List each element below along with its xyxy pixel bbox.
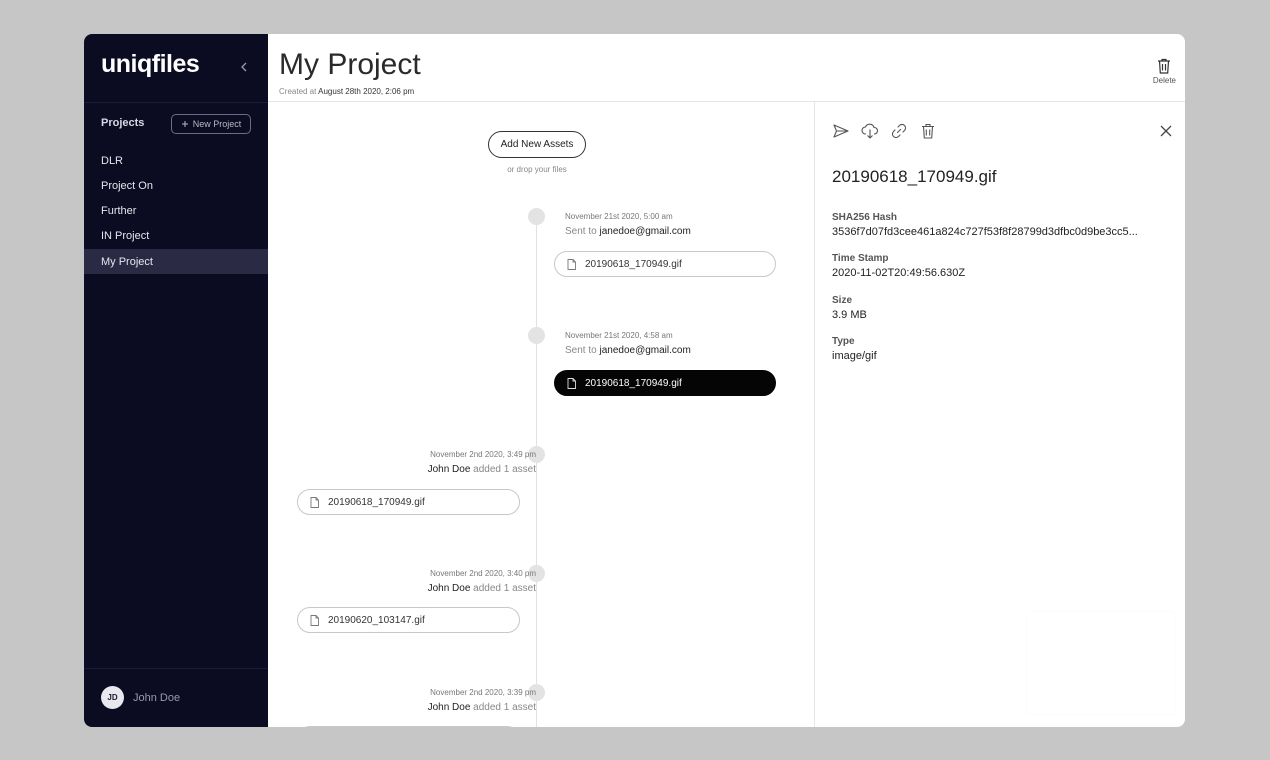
event-actor: John Doe bbox=[427, 702, 471, 713]
file-pill[interactable]: 20190618_170949.gif bbox=[297, 489, 520, 515]
preview-card bbox=[1027, 612, 1174, 714]
file-name: 20190618_170949.gif bbox=[585, 258, 682, 270]
created-at: Created at August 28th 2020, 2:06 pm bbox=[279, 87, 414, 96]
close-icon[interactable] bbox=[1157, 122, 1175, 140]
file-title: 20190618_170949.gif bbox=[832, 167, 997, 186]
event-date: November 21st 2020, 4:58 am bbox=[565, 331, 673, 340]
sidebar-divider bbox=[84, 102, 268, 103]
event-description: John Doe added 1 asset bbox=[336, 464, 536, 475]
created-prefix: Created at bbox=[279, 87, 317, 96]
avatar: JD bbox=[101, 686, 124, 709]
sidebar-item-dlr[interactable]: DLR bbox=[84, 148, 268, 173]
app-window: uniqfiles Projects New Project DLR Proje… bbox=[84, 34, 1185, 727]
timeline-dot bbox=[528, 208, 545, 225]
event-date: November 2nd 2020, 3:49 pm bbox=[430, 450, 536, 459]
file-icon bbox=[310, 614, 319, 626]
file-icon bbox=[567, 258, 576, 270]
file-name: 20190618_170949.gif bbox=[328, 496, 425, 508]
event-prefix: Sent to bbox=[565, 226, 597, 237]
plus-icon bbox=[181, 121, 188, 127]
field-value: 2020-11-02T20:49:56.630Z bbox=[832, 267, 966, 279]
delete-project-button[interactable]: Delete bbox=[1153, 58, 1176, 85]
event-recipient: janedoe@gmail.com bbox=[599, 345, 691, 356]
sidebar-item-project-on[interactable]: Project On bbox=[84, 173, 268, 198]
sidebar-item-label: My Project bbox=[101, 255, 153, 268]
field-value: image/gif bbox=[832, 350, 877, 362]
send-icon[interactable] bbox=[832, 122, 850, 140]
created-value: August 28th 2020, 2:06 pm bbox=[318, 87, 415, 96]
user-name: John Doe bbox=[133, 691, 181, 704]
field-value: 3.9 MB bbox=[832, 309, 867, 321]
event-description: Sent to janedoe@gmail.com bbox=[565, 345, 691, 356]
file-name: 20190620_103147.gif bbox=[328, 614, 425, 626]
user-profile[interactable]: JD John Doe bbox=[101, 686, 180, 709]
field-label: Time Stamp bbox=[832, 253, 889, 264]
projects-label: Projects bbox=[101, 117, 145, 129]
file-pill-selected[interactable]: 20190618_170949.gif bbox=[554, 370, 776, 396]
sidebar-item-label: IN Project bbox=[101, 230, 150, 243]
timeline-line bbox=[536, 216, 537, 727]
add-new-assets-button[interactable]: Add New Assets bbox=[488, 131, 586, 158]
event-suffix: added 1 asset bbox=[473, 702, 536, 713]
timeline-dot bbox=[528, 327, 545, 344]
hash-field: SHA256 Hash 3536f7d07fd3cee461a824c727f5… bbox=[832, 212, 1177, 238]
timestamp-field: Time Stamp 2020-11-02T20:49:56.630Z bbox=[832, 253, 1177, 279]
app-logo: uniqfiles bbox=[101, 50, 200, 78]
sidebar-item-further[interactable]: Further bbox=[84, 199, 268, 224]
field-label: SHA256 Hash bbox=[832, 212, 898, 223]
sidebar-item-my-project[interactable]: My Project bbox=[84, 249, 268, 275]
file-pill[interactable]: 20190618_170949.gif bbox=[554, 251, 776, 277]
chevron-left-icon[interactable] bbox=[237, 58, 251, 76]
event-actor: John Doe bbox=[427, 583, 471, 594]
event-date: November 2nd 2020, 3:40 pm bbox=[430, 569, 536, 578]
sidebar-item-in-project[interactable]: IN Project bbox=[84, 224, 268, 249]
file-details-panel: 20190618_170949.gif SHA256 Hash 3536f7d0… bbox=[814, 102, 1185, 727]
event-date: November 21st 2020, 5:00 am bbox=[565, 212, 673, 221]
event-recipient: janedoe@gmail.com bbox=[599, 226, 691, 237]
sidebar-item-label: DLR bbox=[101, 154, 124, 167]
drop-hint: or drop your files bbox=[507, 165, 567, 174]
sidebar: uniqfiles Projects New Project DLR Proje… bbox=[84, 34, 268, 727]
sidebar-item-label: Further bbox=[101, 205, 137, 218]
activity-timeline: Add New Assets or drop your files Novemb… bbox=[268, 102, 814, 727]
file-pill[interactable] bbox=[297, 726, 520, 727]
field-value: 3536f7d07fd3cee461a824c727f53f8f28799d3d… bbox=[832, 226, 1138, 238]
page-title: My Project bbox=[279, 48, 421, 81]
project-list: DLR Project On Further IN Project My Pro… bbox=[84, 148, 268, 275]
sidebar-item-label: Project On bbox=[101, 179, 153, 192]
event-suffix: added 1 asset bbox=[473, 583, 536, 594]
file-pill[interactable]: 20190620_103147.gif bbox=[297, 607, 520, 633]
file-name: 20190618_170949.gif bbox=[585, 377, 682, 389]
new-project-label: New Project bbox=[192, 119, 242, 129]
file-icon bbox=[567, 377, 576, 389]
new-project-button[interactable]: New Project bbox=[171, 114, 251, 134]
field-label: Type bbox=[832, 336, 855, 347]
event-description: John Doe added 1 asset bbox=[336, 583, 536, 594]
link-icon[interactable] bbox=[890, 122, 908, 140]
event-prefix: Sent to bbox=[565, 345, 597, 356]
delete-label: Delete bbox=[1152, 76, 1176, 85]
event-date: November 2nd 2020, 3:39 pm bbox=[430, 688, 536, 697]
file-icon bbox=[310, 496, 319, 508]
field-label: Size bbox=[832, 295, 853, 306]
trash-icon bbox=[1158, 58, 1171, 74]
event-description: John Doe added 1 asset bbox=[336, 702, 536, 713]
event-description: Sent to janedoe@gmail.com bbox=[565, 226, 691, 237]
event-suffix: added 1 asset bbox=[473, 464, 536, 475]
sidebar-bottom-divider bbox=[84, 668, 268, 669]
event-actor: John Doe bbox=[427, 464, 471, 475]
size-field: Size 3.9 MB bbox=[832, 295, 1177, 321]
type-field: Type image/gif bbox=[832, 336, 1177, 362]
trash-icon[interactable] bbox=[919, 122, 937, 140]
page-header: My Project Created at August 28th 2020, … bbox=[268, 34, 1185, 102]
main-area: My Project Created at August 28th 2020, … bbox=[268, 34, 1185, 727]
cloud-download-icon[interactable] bbox=[861, 122, 879, 140]
